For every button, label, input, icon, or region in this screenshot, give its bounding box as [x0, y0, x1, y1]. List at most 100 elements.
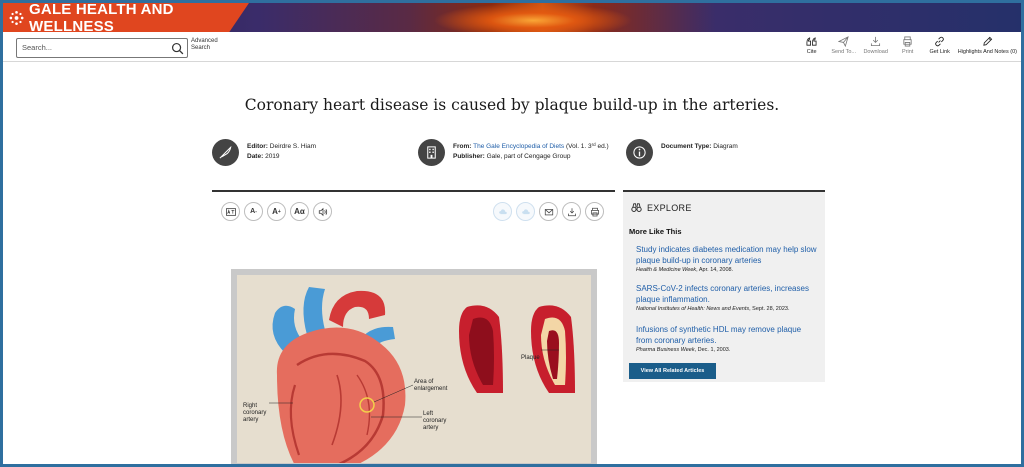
brand-tab[interactable]: GALE HEALTH AND WELLNESS	[3, 3, 249, 32]
explore-heading: EXPLORE	[647, 202, 692, 213]
publisher-label: Publisher:	[453, 153, 485, 160]
related-article-link[interactable]: SARS-CoV-2 infects coronary arteries, in…	[636, 283, 818, 305]
label-left-coronary: Left coronary artery	[423, 411, 447, 431]
source-edition: ed.)	[595, 143, 609, 150]
font-style-button[interactable]: Aα	[290, 202, 309, 221]
related-article-date: , Dec. 1, 2003.	[694, 347, 731, 353]
editor-icon-circle	[212, 139, 239, 166]
related-article: SARS-CoV-2 infects coronary arteries, in…	[636, 283, 818, 312]
speaker-icon	[318, 207, 327, 216]
download-icon	[871, 36, 881, 47]
font-increase-button[interactable]: A +	[267, 202, 286, 221]
related-article: Infusions of synthetic HDL may remove pl…	[636, 324, 818, 353]
editor-meta: Editor: Deirdre S. Hiam Date: 2019	[212, 139, 316, 166]
related-article-link[interactable]: Study indicates diabetes medication may …	[636, 244, 818, 266]
cloud-drive-icon	[498, 208, 507, 214]
related-article-source: National Institutes of Health: News and …	[636, 306, 818, 312]
translate-button[interactable]	[221, 202, 240, 221]
app-frame: GALE HEALTH AND WELLNESS Advanced Search…	[0, 0, 1024, 467]
banner-image	[433, 3, 633, 32]
explore-header: EXPLORE	[631, 202, 692, 213]
quill-pen-icon	[219, 145, 232, 159]
gale-logo-icon	[9, 10, 24, 25]
related-article-date: , Apr. 14, 2008.	[696, 267, 734, 273]
document-title: Coronary heart disease is caused by plaq…	[244, 96, 780, 114]
source-icon-circle	[418, 139, 445, 166]
reading-tools: A- A + Aα	[221, 202, 336, 221]
listen-button[interactable]	[313, 202, 332, 221]
search-input[interactable]	[22, 43, 162, 52]
pencil-icon	[983, 36, 993, 46]
top-toolbar: Advanced Search Cite Send To... Download…	[3, 32, 1021, 62]
binoculars-icon	[631, 203, 642, 212]
source-meta: From: The Gale Encyclopedia of Diets (Vo…	[418, 139, 609, 166]
link-icon	[935, 36, 945, 47]
get-link-button[interactable]: Get Link	[926, 36, 954, 55]
editor-value: Deirdre S. Hiam	[269, 143, 316, 150]
related-article-publication: Pharma Business Week	[636, 347, 695, 353]
print-doc-button[interactable]	[585, 202, 604, 221]
send-to-button[interactable]: Send To...	[830, 36, 858, 55]
related-article-publication: Health & Medicine Week	[636, 267, 697, 273]
doctype-value: Diagram	[713, 143, 738, 150]
download-button[interactable]: Download	[862, 36, 890, 55]
font-decrease-button[interactable]: A-	[244, 202, 263, 221]
font-style-icon: Aα	[294, 207, 305, 216]
source-volume: (Vol. 1. 3	[566, 143, 592, 150]
get-link-label: Get Link	[929, 49, 950, 55]
doctype-meta: Document Type: Diagram	[626, 139, 738, 166]
heart-illustration	[269, 287, 575, 463]
source-title-link[interactable]: The Gale Encyclopedia of Diets	[473, 143, 564, 150]
related-article-link[interactable]: Infusions of synthetic HDL may remove pl…	[636, 324, 818, 346]
content-divider	[212, 190, 615, 192]
app-title: GALE HEALTH AND WELLNESS	[29, 0, 174, 35]
email-icon	[544, 208, 553, 215]
explore-panel: EXPLORE More Like This Study indicates d…	[623, 190, 825, 382]
send-icon	[838, 36, 849, 47]
label-plaque: Plaque	[521, 355, 540, 361]
related-article: Study indicates diabetes medication may …	[636, 244, 818, 273]
building-icon	[427, 146, 436, 159]
editor-label: Editor:	[247, 143, 268, 150]
highlights-notes-button[interactable]: Highlights And Notes (0)	[958, 36, 1017, 55]
download-doc-button[interactable]	[562, 202, 581, 221]
header-banner: GALE HEALTH AND WELLNESS	[3, 3, 1021, 32]
print-icon	[903, 36, 912, 47]
print-label: Print	[902, 49, 914, 55]
email-button[interactable]	[539, 202, 558, 221]
search-icon[interactable]	[171, 42, 184, 55]
label-right-coronary: Right coronary artery	[243, 403, 267, 423]
advanced-search-link[interactable]: Advanced Search	[191, 38, 223, 52]
view-all-related-button[interactable]: View All Related Articles	[629, 363, 716, 379]
more-like-this-heading: More Like This	[629, 227, 682, 236]
print-icon	[590, 207, 599, 216]
info-icon	[633, 146, 646, 159]
label-area-enlargement: Area of enlargement	[414, 379, 448, 392]
cite-button[interactable]: Cite	[798, 36, 826, 55]
google-drive-button[interactable]	[493, 202, 512, 221]
print-button[interactable]: Print	[894, 36, 922, 55]
doctype-label: Document Type:	[661, 143, 712, 150]
related-article-publication: National Institutes of Health: News and …	[636, 306, 750, 312]
quote-icon	[806, 37, 817, 46]
date-value: 2019	[265, 153, 280, 160]
onedrive-button[interactable]	[516, 202, 535, 221]
cloud-icon	[521, 208, 530, 214]
from-label: From:	[453, 143, 472, 150]
document-tools: Cite Send To... Download Print Get Link …	[794, 36, 1017, 55]
highlights-notes-label: Highlights And Notes (0)	[957, 49, 1017, 55]
send-to-label: Send To...	[831, 49, 857, 55]
date-label: Date:	[247, 153, 264, 160]
translate-icon	[225, 207, 236, 216]
related-article-source: Health & Medicine Week, Apr. 14, 2008.	[636, 267, 818, 273]
publisher-value: Gale, part of Cengage Group	[486, 153, 571, 160]
cite-label: Cite	[806, 49, 817, 55]
download-icon	[567, 207, 576, 216]
diagram-figure: Right coronary artery Area of enlargemen…	[231, 269, 597, 464]
related-article-source: Pharma Business Week, Dec. 1, 2003.	[636, 347, 818, 353]
share-tools	[493, 202, 608, 221]
heart-diagram: Right coronary artery Area of enlargemen…	[237, 275, 591, 463]
related-article-date: , Sept. 28, 2023.	[749, 306, 790, 312]
search-box	[16, 38, 188, 58]
download-label: Download	[863, 49, 888, 55]
